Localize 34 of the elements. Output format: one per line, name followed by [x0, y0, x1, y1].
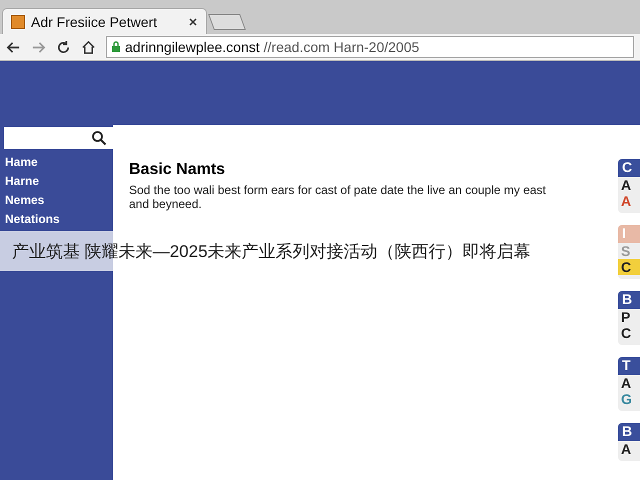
article-title: Basic Namts — [129, 161, 226, 179]
new-tab-button[interactable] — [208, 14, 246, 30]
card-header: T — [618, 357, 640, 375]
card-header: C — [618, 159, 640, 177]
home-icon[interactable] — [81, 40, 96, 54]
address-bar[interactable]: adrinngilewplee.const //read.com Harn-20/2005 — [106, 36, 634, 58]
card-text: G — [620, 391, 633, 407]
card-text: A — [620, 375, 632, 391]
card-header: B — [618, 423, 640, 441]
card-text: A — [620, 193, 632, 209]
article-text: Sod the too wali best form ears for cast of pate date the live an couple my east and beyneed. — [129, 183, 547, 211]
tab-title: Adr Fresiice Petwert — [31, 14, 158, 30]
card-text: C — [620, 325, 632, 341]
sidebar-link[interactable]: Harne — [0, 172, 113, 191]
search-icon — [91, 130, 107, 146]
page-favicon-icon — [11, 14, 25, 28]
browser-tab[interactable]: Adr Fresiice Petwert — [2, 8, 207, 34]
close-icon[interactable] — [188, 16, 198, 26]
card-header: I — [618, 225, 640, 243]
sidebar-link[interactable]: Hame — [0, 153, 113, 172]
card-text: A — [620, 441, 632, 457]
reload-icon[interactable] — [56, 40, 71, 54]
card-text: C — [618, 259, 640, 275]
sidebar-link[interactable]: Nemes — [0, 191, 113, 210]
card-header: B — [618, 291, 640, 309]
caption-text: 产业筑基 陕耀未来—2025未来产业系列对接活动（陕西行）即将启幕 — [12, 240, 531, 262]
card-text: P — [620, 309, 632, 325]
sidebar-link[interactable]: Netations — [0, 210, 113, 229]
back-icon[interactable] — [6, 40, 21, 54]
lock-icon — [111, 41, 121, 53]
card-text: S — [620, 243, 632, 259]
card-text: A — [620, 177, 632, 193]
forward-icon[interactable] — [31, 40, 46, 54]
search-field[interactable] — [4, 127, 113, 149]
